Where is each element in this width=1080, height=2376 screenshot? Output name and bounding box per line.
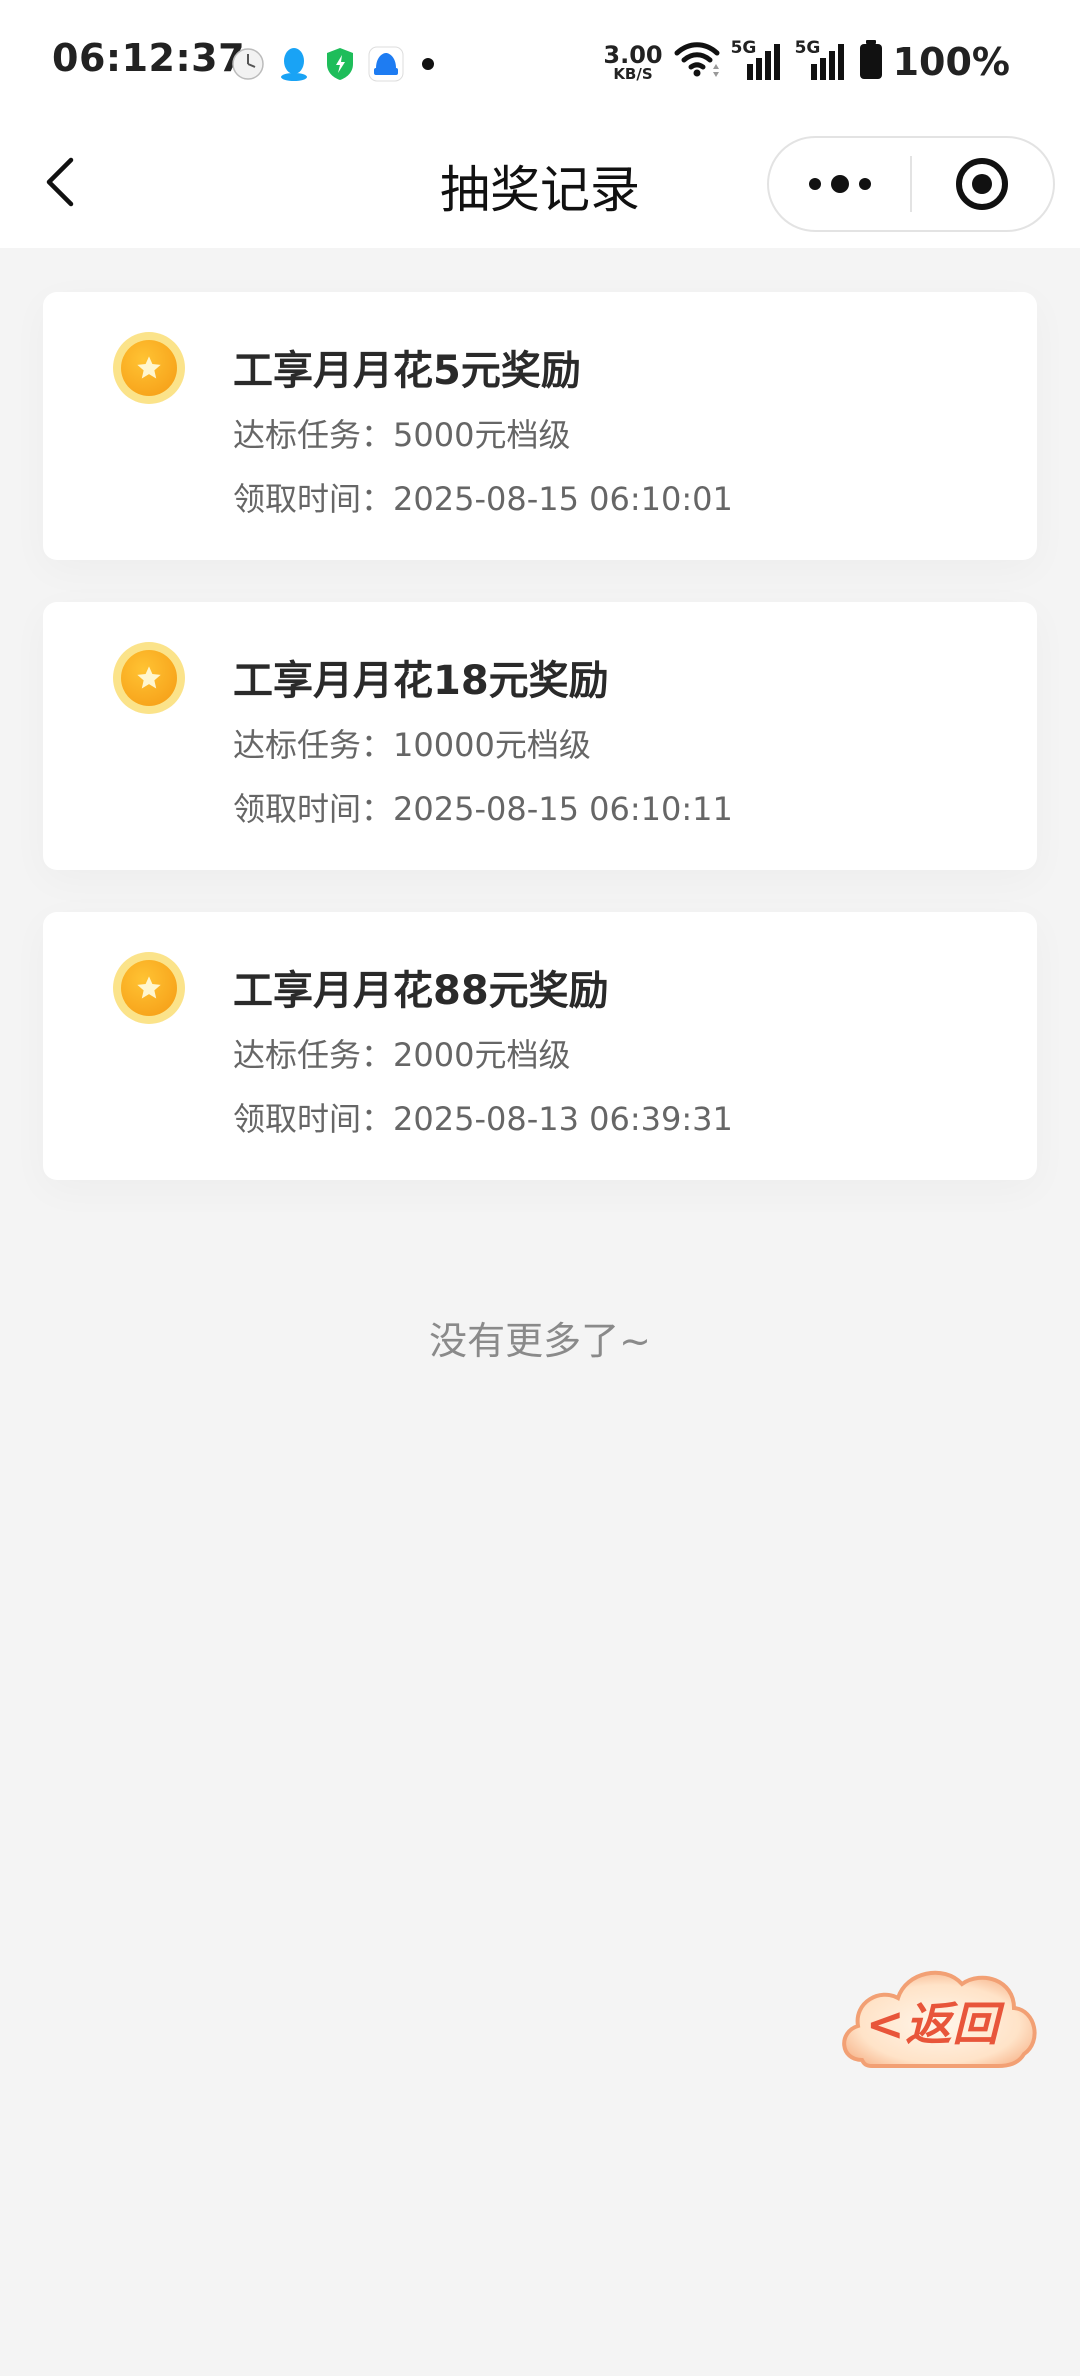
clock-app-icon <box>230 46 266 82</box>
reward-medal-icon <box>113 952 185 1024</box>
reward-medal-icon <box>113 642 185 714</box>
close-miniprogram-button[interactable] <box>912 138 1053 230</box>
lottery-record-list: 工享月月花5元奖励 达标任务：5000元档级 领取时间：2025-08-15 0… <box>0 248 1080 1248</box>
battery-icon <box>859 40 883 84</box>
battery-percentage: 100% <box>892 40 1010 84</box>
status-time: 06:12:37 <box>52 36 246 80</box>
record-title: 工享月月花88元奖励 <box>233 968 609 1014</box>
floating-return-button[interactable]: <返回 <box>832 1950 1046 2090</box>
record-task: 达标任务：10000元档级 <box>233 726 591 764</box>
navigation-bar: 抽奖记录 <box>0 120 1080 248</box>
signal-icon-sim2: 5G <box>795 38 849 82</box>
record-title: 工享月月花5元奖励 <box>233 348 581 394</box>
notification-icons <box>230 44 434 84</box>
system-status-icons: 3.00 KB/S 5G 5G 100% <box>603 38 1010 84</box>
return-label: <返回 <box>866 1997 1000 2051</box>
record-time: 领取时间：2025-08-15 06:10:01 <box>233 480 733 518</box>
record-title: 工享月月花18元奖励 <box>233 658 609 704</box>
record-task: 达标任务：5000元档级 <box>233 416 571 454</box>
more-dots-icon <box>808 175 871 193</box>
security-shield-icon <box>322 46 358 82</box>
reward-medal-icon <box>113 332 185 404</box>
qq-icon <box>276 46 312 82</box>
no-more-text: 没有更多了~ <box>429 1319 651 1363</box>
record-time: 领取时间：2025-08-13 06:39:31 <box>233 1100 733 1138</box>
more-notifications-dot-icon <box>422 58 434 70</box>
app-notification-icon <box>368 46 404 82</box>
record-card[interactable]: 工享月月花18元奖励 达标任务：10000元档级 领取时间：2025-08-15… <box>43 602 1037 870</box>
more-options-button[interactable] <box>769 138 910 230</box>
mini-program-capsule <box>767 136 1055 232</box>
signal-icon-sim1: 5G <box>731 38 785 82</box>
wifi-icon <box>673 41 721 83</box>
record-time: 领取时间：2025-08-15 06:10:11 <box>233 790 733 828</box>
record-card[interactable]: 工享月月花5元奖励 达标任务：5000元档级 领取时间：2025-08-15 0… <box>43 292 1037 560</box>
network-speed: 3.00 KB/S <box>603 40 663 83</box>
status-bar: 06:12:37 3.00 KB/S 5G 5G 100% <box>0 0 1080 120</box>
record-task: 达标任务：2000元档级 <box>233 1036 571 1074</box>
target-circle-icon <box>956 158 1009 210</box>
record-card[interactable]: 工享月月花88元奖励 达标任务：2000元档级 领取时间：2025-08-13 … <box>43 912 1037 1180</box>
